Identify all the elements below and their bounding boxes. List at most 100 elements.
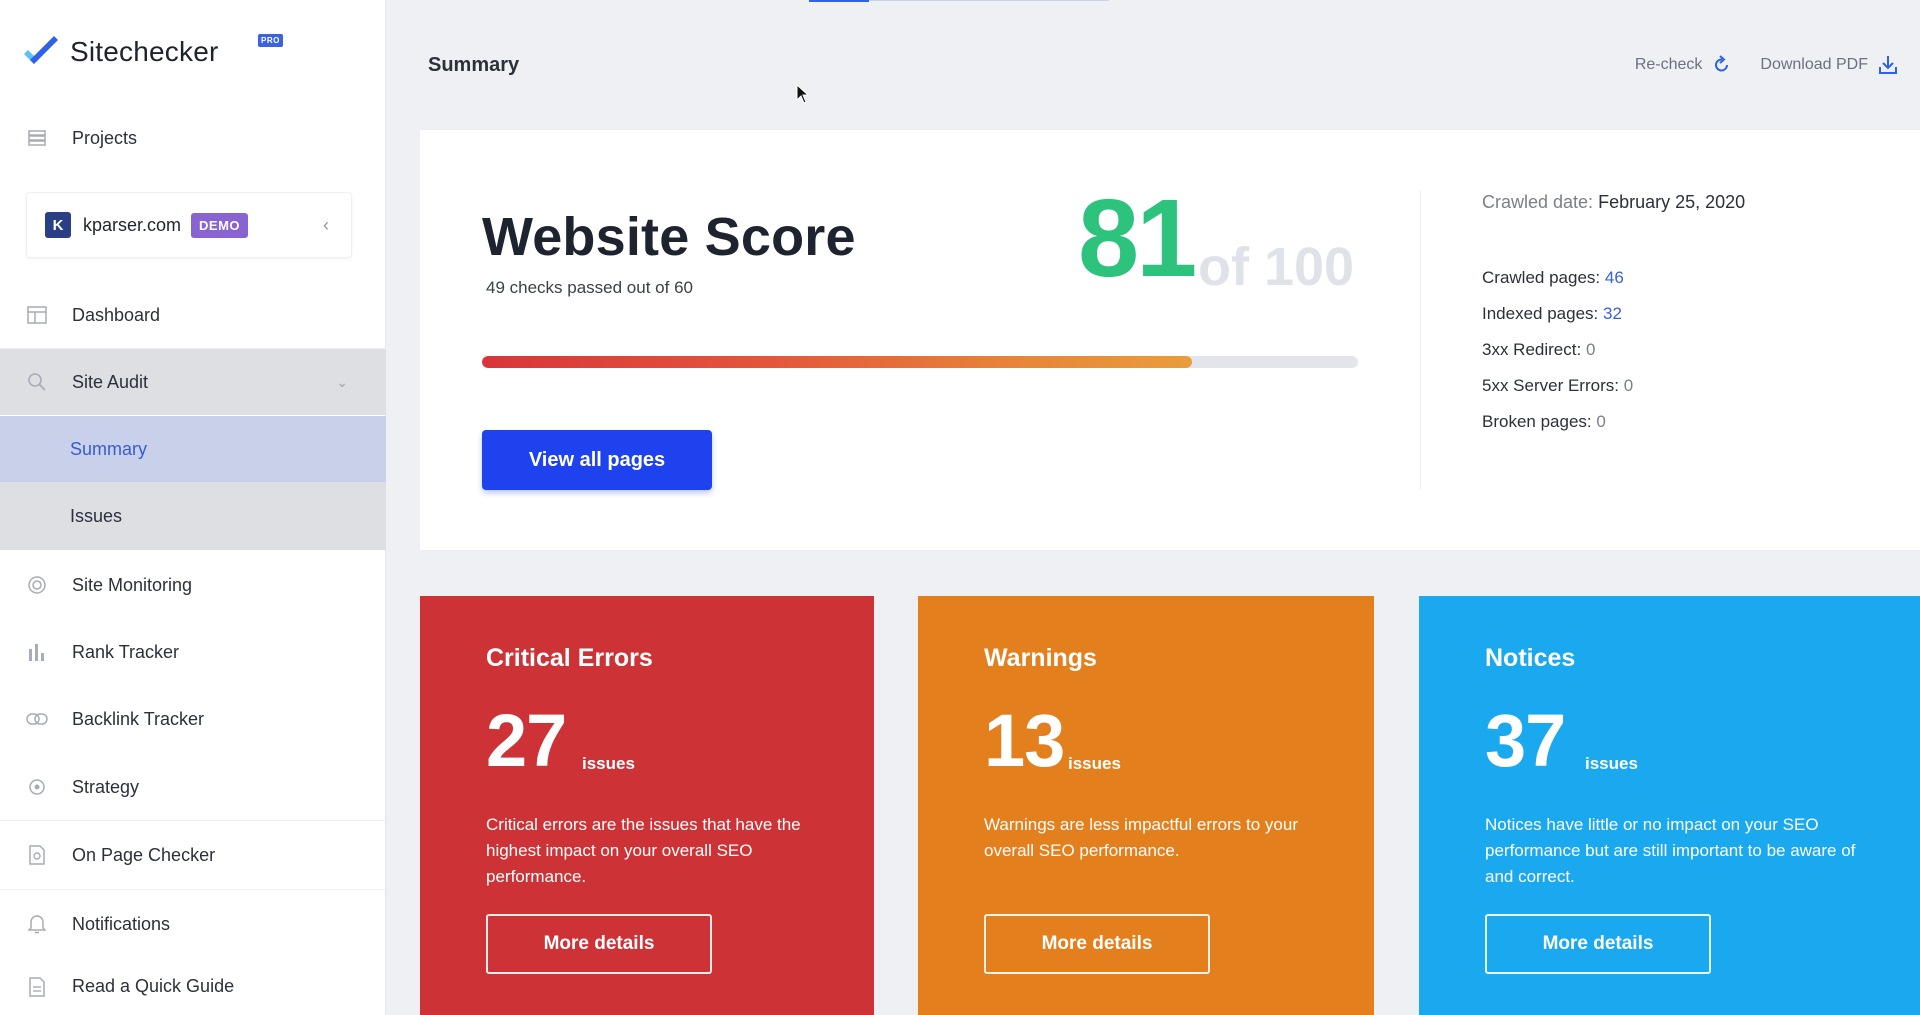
stat-indexed-pages: Indexed pages: 32 [1482, 296, 1633, 332]
stat-broken-pages: Broken pages: 0 [1482, 404, 1633, 440]
dashboard-icon [26, 304, 48, 326]
stat-label: Crawled pages: [1482, 268, 1601, 287]
pro-badge: PRO [258, 34, 283, 47]
score-progress-bar [482, 356, 1358, 368]
score-title: Website Score [482, 207, 856, 267]
sidebar-item-label: Backlink Tracker [72, 708, 205, 729]
card-description: Warnings are less impactful errors to yo… [984, 815, 1298, 860]
stat-value: 0 [1596, 412, 1606, 431]
sidebar-item-label: Site Monitoring [72, 574, 193, 595]
card-title: Warnings [984, 644, 1097, 672]
issue-count: 27 [486, 699, 567, 782]
warnings-card: Warnings 13 issues Warnings are less imp… [918, 596, 1374, 1015]
sidebar-item-site-audit[interactable]: Site Audit ⌄ [0, 349, 386, 415]
sidebar-item-label: Site Audit [72, 371, 149, 392]
sidebar-item-on-page-checker[interactable]: On Page Checker [0, 822, 386, 888]
stat-redirect: 3xx Redirect: 0 [1482, 332, 1633, 368]
card-description: Critical errors are the issues that have… [486, 815, 801, 886]
chevron-down-icon: ⌄ [336, 373, 348, 390]
stat-server-errors: 5xx Server Errors: 0 [1482, 368, 1633, 404]
more-details-button[interactable]: More details [984, 914, 1210, 974]
score-max: of 100 [1198, 237, 1355, 297]
bar-chart-icon [26, 641, 48, 663]
sidebar-item-label: Strategy [72, 776, 140, 797]
sidebar-item-label: Dashboard [72, 304, 161, 325]
crawled-pages-link[interactable]: 46 [1605, 268, 1624, 287]
sidebar-item-issues[interactable]: Issues [0, 482, 386, 550]
sidebar-item-rank-tracker[interactable]: Rank Tracker [0, 619, 386, 685]
brand-name: Sitechecker [70, 36, 219, 67]
stat-value: 0 [1623, 376, 1634, 395]
bell-icon [26, 913, 48, 935]
stat-crawled-pages: Crawled pages: 46 [1482, 260, 1633, 296]
website-score-card: Website Score 49 checks passed out of 60… [420, 130, 1920, 550]
sidebar-item-projects[interactable]: Projects [0, 105, 386, 171]
sidebar-item-backlink-tracker[interactable]: Backlink Tracker [0, 686, 386, 752]
sidebar-item-label: On Page Checker [72, 844, 216, 865]
project-avatar: K [45, 212, 71, 238]
issue-count: 13 [984, 699, 1065, 782]
more-details-button[interactable]: More details [1485, 914, 1711, 974]
sidebar-item-strategy[interactable]: Strategy [0, 754, 386, 820]
link-icon [26, 708, 48, 730]
projects-icon [26, 127, 48, 149]
page-check-icon [26, 844, 48, 866]
refresh-icon [1712, 55, 1732, 75]
recheck-label: Re-check [1634, 56, 1703, 73]
issue-count: 37 [1485, 699, 1566, 782]
crawled-date: Crawled date: February 25, 2020 [1482, 192, 1745, 213]
target-icon [26, 776, 48, 798]
document-icon [26, 976, 48, 998]
monitoring-icon [26, 574, 48, 596]
crawled-date-value: February 25, 2020 [1598, 192, 1746, 212]
sidebar-item-site-monitoring[interactable]: Site Monitoring [0, 552, 386, 618]
card-description: Notices have little or no impact on your… [1485, 815, 1856, 886]
demo-badge: DEMO [191, 212, 249, 238]
card-title: Critical Errors [486, 644, 653, 672]
download-pdf-button[interactable]: Download PDF [1760, 55, 1898, 75]
stat-label: Broken pages: [1482, 412, 1592, 431]
divider [0, 820, 386, 821]
divider [1420, 190, 1421, 490]
project-selector[interactable]: K kparser.com DEMO ‹ [26, 192, 352, 258]
critical-errors-card: Critical Errors 27 issues Critical error… [420, 596, 874, 1015]
download-label: Download PDF [1760, 56, 1868, 73]
score-subtitle: 49 checks passed out of 60 [486, 278, 693, 297]
view-all-pages-button[interactable]: View all pages [482, 430, 712, 490]
checkmark-logo-icon [22, 34, 62, 70]
sidebar-item-summary[interactable]: Summary [0, 416, 386, 482]
notices-card: Notices 37 issues Notices have little or… [1419, 596, 1920, 1015]
sidebar-item-notifications[interactable]: Notifications [0, 891, 386, 957]
download-icon [1878, 55, 1898, 75]
sidebar-item-label: Issues [70, 505, 123, 526]
top-loading-bar [809, 0, 869, 2]
issue-unit: issues [582, 754, 635, 773]
project-name: kparser.com [83, 214, 182, 235]
top-loading-track [869, 0, 1109, 1]
search-icon [26, 371, 48, 393]
divider [0, 889, 386, 890]
stat-label: 5xx Server Errors: [1482, 376, 1619, 395]
crawled-date-label: Crawled date: [1482, 192, 1594, 212]
issue-unit: issues [1585, 754, 1638, 773]
indexed-pages-link[interactable]: 32 [1603, 304, 1622, 323]
chevron-left-icon[interactable]: ‹ [323, 215, 329, 236]
score-value: 81 [1078, 177, 1197, 300]
sidebar-item-label: Projects [72, 127, 138, 148]
sidebar-item-label: Notifications [72, 913, 171, 934]
sidebar: Sitechecker PRO Projects K kparser.com D… [0, 0, 386, 1015]
sidebar-item-label: Summary [70, 438, 148, 459]
stat-value: 0 [1585, 340, 1596, 359]
issue-unit: issues [1068, 754, 1121, 773]
stat-label: Indexed pages: [1482, 304, 1599, 323]
more-details-button[interactable]: More details [486, 914, 712, 974]
recheck-button[interactable]: Re-check [1635, 55, 1733, 75]
sidebar-item-label: Rank Tracker [72, 641, 180, 662]
header-actions: Re-check Download PDF [1635, 55, 1898, 75]
sidebar-item-quick-guide[interactable]: Read a Quick Guide [0, 958, 386, 1015]
mouse-cursor-icon [796, 83, 810, 109]
sidebar-item-dashboard[interactable]: Dashboard [0, 282, 386, 348]
page-title: Summary [428, 54, 520, 76]
brand-logo[interactable]: Sitechecker [22, 34, 219, 70]
sidebar-item-label: Read a Quick Guide [72, 976, 235, 996]
